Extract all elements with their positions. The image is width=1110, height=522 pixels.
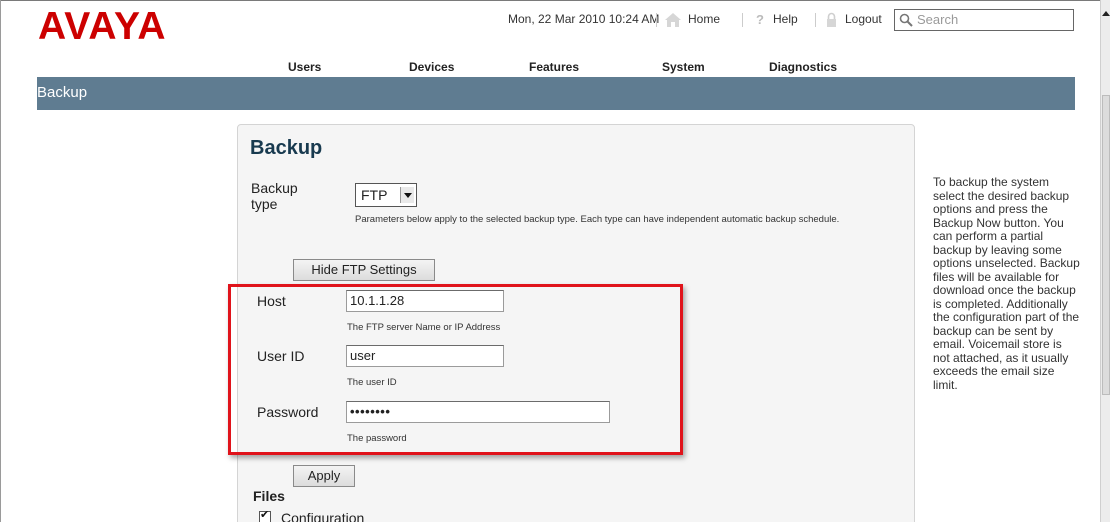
window-top-border: [0, 0, 1110, 1]
chevron-down-icon[interactable]: [400, 187, 414, 203]
logout-link[interactable]: Logout: [845, 8, 882, 30]
configuration-checkbox[interactable]: [259, 508, 271, 522]
app-window: AVAYA Mon, 22 Mar 2010 10:24 AM Home ? H…: [0, 0, 1110, 522]
window-left-border: [0, 0, 1, 522]
nav-system[interactable]: System: [662, 59, 705, 75]
help-link[interactable]: Help: [773, 8, 798, 30]
vertical-scrollbar[interactable]: [1100, 0, 1110, 522]
backup-type-label: Backup type: [251, 180, 298, 212]
nav-devices[interactable]: Devices: [409, 59, 454, 75]
search-placeholder: Search: [917, 12, 959, 27]
backup-type-note: Parameters below apply to the selected b…: [355, 214, 840, 225]
backup-heading: Backup: [250, 137, 323, 159]
home-icon[interactable]: [663, 11, 683, 29]
configuration-label: Configuration: [281, 510, 365, 522]
page-title: Backup: [37, 84, 88, 101]
lock-icon[interactable]: [826, 12, 837, 28]
datetime-display: Mon, 22 Mar 2010 10:24 AM: [508, 12, 660, 26]
apply-button[interactable]: Apply: [293, 465, 355, 487]
header-separator: [815, 13, 816, 27]
backup-type-select[interactable]: FTP: [355, 183, 417, 207]
backup-type-value: FTP: [361, 187, 388, 203]
scrollbar-thumb[interactable]: [1102, 95, 1110, 395]
search-icon: [899, 13, 913, 27]
scroll-up-icon[interactable]: [1102, 6, 1110, 16]
nav-features[interactable]: Features: [529, 59, 579, 75]
search-field[interactable]: Search: [894, 9, 1074, 31]
highlight-box: [228, 284, 683, 455]
page-title-bar: Backup: [37, 77, 1075, 110]
nav-users[interactable]: Users: [288, 59, 321, 75]
avaya-logo: AVAYA: [38, 5, 167, 48]
help-icon[interactable]: ?: [756, 12, 768, 28]
header-separator: [656, 13, 657, 27]
header-separator: [742, 13, 743, 27]
help-text: To backup the system select the desired …: [933, 175, 1080, 392]
home-link[interactable]: Home: [688, 8, 720, 30]
hide-ftp-settings-button[interactable]: Hide FTP Settings: [293, 259, 435, 281]
files-heading: Files: [253, 488, 285, 504]
nav-diagnostics[interactable]: Diagnostics: [769, 59, 837, 75]
